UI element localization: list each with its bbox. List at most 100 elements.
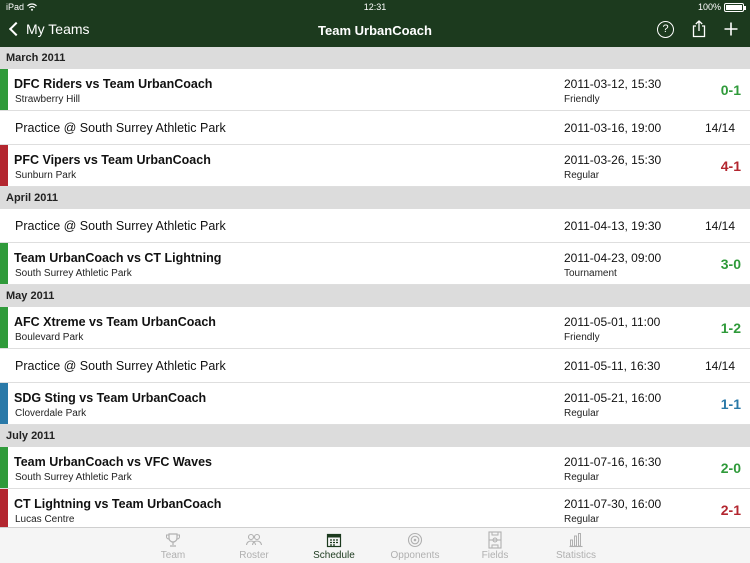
chevron-left-icon [8, 21, 24, 37]
game-type: Friendly [564, 332, 600, 343]
game-datetime: 2011-04-23, 09:00 [564, 251, 662, 265]
game-type: Regular [564, 408, 600, 419]
page-title: Team UrbanCoach [318, 23, 432, 38]
schedule-list[interactable]: March 2011 DFC Riders vs Team UrbanCoach S… [0, 47, 750, 527]
game-row[interactable]: CT Lightning vs Team UrbanCoach Lucas Cen… [0, 489, 750, 527]
game-venue: Cloverdale Park [15, 408, 87, 419]
navigation-bar: My Teams Team UrbanCoach ? [0, 15, 750, 47]
back-button[interactable]: My Teams [8, 21, 90, 37]
practice-title: Practice @ South Surrey Athletic Park [15, 219, 226, 233]
game-type: Friendly [564, 94, 600, 105]
game-title: PFC Vipers vs Team UrbanCoach [14, 153, 211, 167]
section-header: April 2011 [0, 187, 750, 209]
practice-datetime: 2011-03-16, 19:00 [564, 121, 662, 135]
game-datetime: 2011-07-30, 16:00 [564, 497, 662, 511]
game-title: Team UrbanCoach vs CT Lightning [14, 251, 222, 265]
game-row[interactable]: PFC Vipers vs Team UrbanCoach Sunburn Par… [0, 145, 750, 187]
calendar-icon [294, 530, 374, 550]
status-battery: 100% [698, 2, 746, 12]
game-title: SDG Sting vs Team UrbanCoach [14, 391, 207, 405]
result-indicator [0, 145, 8, 186]
game-venue: South Surrey Athletic Park [15, 472, 132, 483]
game-title: CT Lightning vs Team UrbanCoach [14, 497, 222, 511]
game-type: Tournament [564, 268, 617, 279]
game-row[interactable]: Team UrbanCoach vs CT Lightning South Sur… [0, 243, 750, 285]
tab-label: Opponents [390, 550, 440, 561]
game-row[interactable]: DFC Riders vs Team UrbanCoach Strawberry … [0, 69, 750, 111]
game-venue: Strawberry Hill [15, 94, 81, 105]
game-venue: Sunburn Park [15, 170, 77, 181]
result-indicator [0, 383, 8, 424]
attendance-count: 14/14 [704, 359, 735, 373]
tab-roster[interactable]: Roster [214, 530, 294, 561]
top-bar: iPad 12:31 100% My Teams Team UrbanCoach… [0, 0, 750, 47]
game-datetime: 2011-03-26, 15:30 [564, 153, 662, 167]
result-indicator [0, 447, 8, 488]
people-icon [214, 530, 294, 550]
section-header: March 2011 [0, 47, 750, 69]
tab-fields[interactable]: Fields [455, 530, 535, 561]
tab-schedule[interactable]: Schedule [294, 530, 374, 561]
game-row[interactable]: SDG Sting vs Team UrbanCoach Cloverdale P… [0, 383, 750, 425]
game-datetime: 2011-05-01, 11:00 [564, 315, 661, 329]
game-score: 0-1 [720, 82, 741, 98]
game-row[interactable]: AFC Xtreme vs Team UrbanCoach Boulevard P… [0, 307, 750, 349]
tab-label: Schedule [313, 550, 355, 561]
tab-team[interactable]: Team [133, 530, 213, 561]
tab-bar: Team Roster Schedule Opponents Fields Statist… [0, 527, 750, 563]
result-indicator [0, 69, 8, 110]
game-score: 2-1 [720, 502, 741, 518]
attendance-count: 14/14 [704, 219, 735, 233]
help-icon[interactable]: ? [657, 20, 674, 38]
result-indicator [0, 489, 8, 527]
game-type: Regular [564, 472, 600, 483]
tab-label: Statistics [555, 550, 596, 561]
game-venue: Lucas Centre [15, 514, 75, 525]
target-icon [375, 530, 455, 550]
practice-datetime: 2011-05-11, 16:30 [564, 359, 661, 373]
game-row[interactable]: Team UrbanCoach vs VFC Waves South Surrey… [0, 447, 750, 489]
game-datetime: 2011-07-16, 16:30 [564, 455, 662, 469]
app: iPad 12:31 100% My Teams Team UrbanCoach… [0, 0, 750, 563]
tab-statistics[interactable]: Statistics [536, 530, 616, 561]
tab-label: Fields [481, 550, 509, 561]
game-score: 2-0 [720, 460, 741, 476]
status-time: 12:31 [363, 2, 387, 12]
section-header: May 2011 [0, 285, 750, 307]
result-indicator [0, 243, 8, 284]
section-header: July 2011 [0, 425, 750, 447]
game-type: Regular [564, 514, 600, 525]
tab-label: Team [160, 550, 186, 561]
game-datetime: 2011-05-21, 16:00 [564, 391, 662, 405]
practice-datetime: 2011-04-13, 19:30 [564, 219, 662, 233]
add-icon[interactable] [724, 22, 738, 36]
game-score: 1-1 [720, 396, 741, 412]
share-icon[interactable] [692, 20, 706, 38]
tab-opponents[interactable]: Opponents [375, 530, 455, 561]
practice-title: Practice @ South Surrey Athletic Park [15, 359, 226, 373]
game-venue: South Surrey Athletic Park [15, 268, 132, 279]
game-score: 3-0 [720, 256, 741, 272]
game-venue: Boulevard Park [15, 332, 84, 343]
field-icon [455, 530, 535, 550]
game-datetime: 2011-03-12, 15:30 [564, 77, 662, 91]
practice-row[interactable]: Practice @ South Surrey Athletic Park 201… [0, 111, 750, 145]
bar-chart-icon [536, 530, 616, 550]
result-indicator [0, 307, 8, 348]
trophy-icon [133, 530, 213, 550]
game-title: AFC Xtreme vs Team UrbanCoach [14, 315, 216, 329]
practice-title: Practice @ South Surrey Athletic Park [15, 121, 226, 135]
game-score: 4-1 [720, 158, 741, 174]
game-title: DFC Riders vs Team UrbanCoach [14, 77, 213, 91]
practice-row[interactable]: Practice @ South Surrey Athletic Park 201… [0, 349, 750, 383]
practice-row[interactable]: Practice @ South Surrey Athletic Park 201… [0, 209, 750, 243]
game-title: Team UrbanCoach vs VFC Waves [14, 455, 212, 469]
battery-icon [724, 2, 746, 12]
status-bar: iPad 12:31 100% [0, 0, 750, 15]
attendance-count: 14/14 [704, 121, 735, 135]
nav-actions: ? [657, 20, 738, 38]
game-score: 1-2 [720, 320, 741, 336]
back-label: My Teams [26, 21, 90, 37]
game-type: Regular [564, 170, 600, 181]
tab-label: Roster [239, 550, 269, 561]
